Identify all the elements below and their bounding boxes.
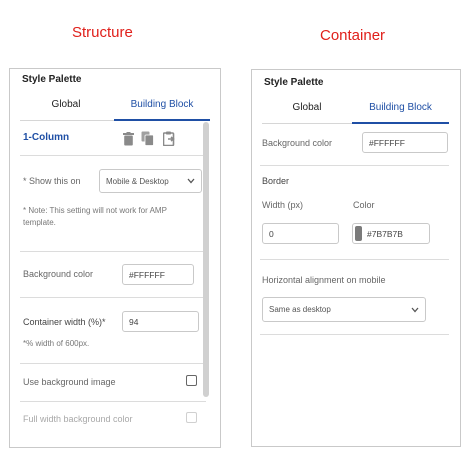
border-color-value: #7B7B7B (367, 228, 403, 239)
background-color-value: #FFFFFF (129, 269, 165, 280)
show-this-on-label: * Show this on (23, 176, 81, 186)
divider (20, 297, 206, 298)
background-color-value: #FFFFFF (369, 137, 405, 148)
background-color-label: Background color (262, 138, 333, 148)
show-this-on-value: Mobile & Desktop (106, 176, 169, 186)
chevron-down-icon (411, 307, 419, 312)
block-name: 1-Column (23, 132, 70, 143)
container-width-value: 94 (129, 316, 139, 327)
divider (260, 165, 449, 166)
background-color-label: Background color (23, 269, 94, 279)
tab-global[interactable]: Global (262, 102, 352, 113)
structure-caption: Structure (72, 24, 133, 41)
tab-building-block[interactable]: Building Block (352, 102, 449, 113)
border-color-label: Color (353, 200, 375, 210)
divider (20, 401, 206, 402)
border-color-input[interactable]: #7B7B7B (352, 223, 430, 244)
container-caption: Container (320, 27, 386, 44)
show-this-on-select[interactable]: Mobile & Desktop (99, 169, 202, 193)
divider (20, 251, 206, 252)
full-width-background-color-label: Full width background color (23, 414, 133, 424)
amp-note: * Note: This setting will not work for A… (23, 206, 167, 227)
palette-title: Style Palette (264, 77, 324, 88)
scrollbar[interactable] (203, 122, 209, 397)
border-width-label: Width (px) (262, 200, 304, 210)
use-background-image-checkbox[interactable] (186, 375, 197, 386)
active-tab-indicator (114, 119, 210, 121)
background-color-input[interactable]: #FFFFFF (122, 264, 194, 285)
tab-global[interactable]: Global (20, 99, 112, 110)
border-width-input[interactable]: 0 (262, 223, 339, 244)
copy-icon[interactable] (141, 131, 154, 146)
tab-building-block[interactable]: Building Block (114, 99, 210, 110)
horizontal-alignment-select[interactable]: Same as desktop (262, 297, 426, 322)
divider (20, 363, 206, 364)
chevron-down-icon (187, 178, 195, 184)
horizontal-alignment-value: Same as desktop (269, 305, 331, 314)
palette-title: Style Palette (22, 74, 82, 85)
full-width-background-color-checkbox (186, 412, 197, 423)
active-tab-indicator (352, 122, 449, 124)
color-swatch[interactable] (355, 226, 362, 241)
divider (20, 155, 206, 156)
background-color-input[interactable]: #FFFFFF (362, 132, 448, 153)
use-background-image-label: Use background image (23, 377, 116, 387)
border-heading: Border (262, 176, 290, 186)
container-width-input[interactable]: 94 (122, 311, 199, 332)
divider (260, 259, 449, 260)
horizontal-alignment-label: Horizontal alignment on mobile (262, 275, 386, 285)
container-width-label: Container width (%)* (23, 317, 106, 327)
container-style-palette: Style Palette Global Building Block Back… (251, 69, 461, 447)
save-template-icon[interactable] (163, 131, 176, 146)
border-width-value: 0 (269, 228, 274, 239)
trash-icon[interactable] (123, 132, 134, 146)
structure-style-palette: Style Palette Global Building Block 1-Co… (9, 68, 221, 448)
container-width-hint: *% width of 600px. (23, 339, 90, 348)
divider (260, 334, 449, 335)
